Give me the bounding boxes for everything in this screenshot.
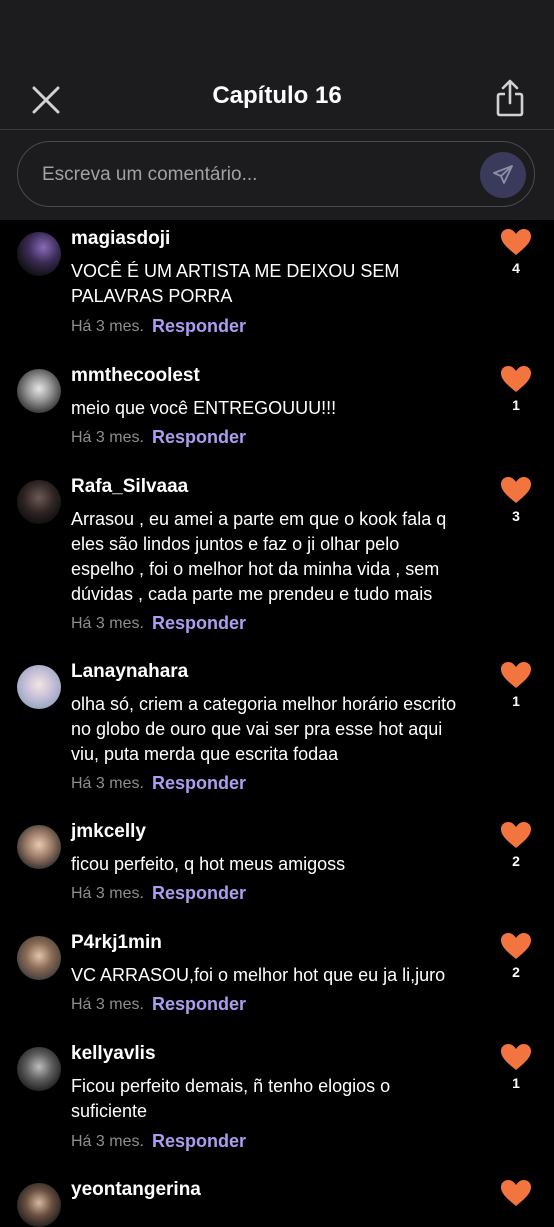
comment-text: VOCÊ É UM ARTISTA ME DEIXOU SEM PALAVRAS… bbox=[71, 261, 400, 306]
avatar[interactable] bbox=[17, 1183, 61, 1227]
comment-time: Há 3 mes. bbox=[71, 885, 144, 902]
share-icon bbox=[496, 79, 524, 117]
heart-icon[interactable] bbox=[500, 365, 532, 393]
send-icon bbox=[493, 165, 513, 184]
heart-icon[interactable] bbox=[500, 932, 532, 960]
header-divider bbox=[0, 129, 554, 130]
comment-time: Há 3 mes. bbox=[71, 615, 144, 632]
page-title: Capítulo 16 bbox=[212, 82, 342, 109]
comment-text: Arrasou , eu amei a parte em que o kook … bbox=[71, 509, 447, 604]
username[interactable]: yeontangerina bbox=[71, 1179, 201, 1201]
avatar[interactable] bbox=[17, 480, 61, 524]
heart-icon[interactable] bbox=[500, 1043, 532, 1071]
heart-icon[interactable] bbox=[500, 228, 532, 256]
comment-text: ficou perfeito, q hot meus amigoss bbox=[71, 854, 346, 874]
like-count: 4 bbox=[512, 260, 520, 276]
like-count: 2 bbox=[512, 853, 520, 869]
comment-text: olha só, criem a categoria melhor horári… bbox=[71, 694, 457, 764]
username[interactable]: P4rkj1min bbox=[71, 932, 162, 954]
username[interactable]: Rafa_Silvaaa bbox=[71, 476, 188, 498]
username[interactable]: Lanaynahara bbox=[71, 661, 188, 683]
comment-text: meio que você ENTREGOUUU!!! bbox=[71, 398, 337, 418]
send-button[interactable] bbox=[480, 152, 526, 198]
comment-item: Lanaynahara olha só, criem a categoria m… bbox=[0, 661, 554, 801]
like-count: 1 bbox=[512, 1075, 520, 1091]
avatar[interactable] bbox=[17, 936, 61, 980]
avatar[interactable] bbox=[17, 369, 61, 413]
heart-icon[interactable] bbox=[500, 476, 532, 504]
heart-icon[interactable] bbox=[500, 1179, 532, 1207]
reply-button[interactable]: Responder bbox=[152, 613, 246, 634]
username[interactable]: kellyavlis bbox=[71, 1043, 156, 1065]
comment-time: Há 3 mes. bbox=[71, 775, 144, 792]
like-count: 2 bbox=[512, 964, 520, 980]
like-count: 1 bbox=[512, 397, 520, 413]
heart-icon[interactable] bbox=[500, 661, 532, 689]
comment-time: Há 3 mes. bbox=[71, 996, 144, 1013]
comment-item: jmkcelly ficou perfeito, q hot meus amig… bbox=[0, 821, 554, 911]
username[interactable]: jmkcelly bbox=[71, 821, 146, 843]
comment-item: Rafa_Silvaaa Arrasou , eu amei a parte e… bbox=[0, 476, 554, 636]
reply-button[interactable]: Responder bbox=[152, 1131, 246, 1152]
heart-icon[interactable] bbox=[500, 821, 532, 849]
avatar[interactable] bbox=[17, 665, 61, 709]
avatar[interactable] bbox=[17, 232, 61, 276]
comment-text: Ficou perfeito demais, ñ tenho elogios o… bbox=[71, 1076, 391, 1121]
comment-time: Há 3 mes. bbox=[71, 1133, 144, 1150]
top-bar: Capítulo 16 bbox=[0, 0, 554, 220]
comment-text: VC ARRASOU,foi o melhor hot que eu ja li… bbox=[71, 965, 446, 985]
avatar[interactable] bbox=[17, 1047, 61, 1091]
comment-item: magiasdoji VOCÊ É UM ARTISTA ME DEIXOU S… bbox=[0, 228, 554, 338]
username[interactable]: magiasdoji bbox=[71, 228, 170, 250]
reply-button[interactable]: Responder bbox=[152, 883, 246, 904]
reply-button[interactable]: Responder bbox=[152, 316, 246, 337]
comment-time: Há 3 mes. bbox=[71, 318, 144, 335]
comment-item: P4rkj1min VC ARRASOU,foi o melhor hot qu… bbox=[0, 932, 554, 1022]
comment-item: yeontangerina bbox=[0, 1179, 554, 1227]
comment-time: Há 3 mes. bbox=[71, 429, 144, 446]
reply-button[interactable]: Responder bbox=[152, 994, 246, 1015]
reply-button[interactable]: Responder bbox=[152, 773, 246, 794]
comment-input[interactable] bbox=[40, 142, 464, 208]
like-count: 1 bbox=[512, 693, 520, 709]
username[interactable]: mmthecoolest bbox=[71, 365, 200, 387]
share-button[interactable] bbox=[490, 76, 530, 120]
header: Capítulo 16 bbox=[0, 60, 554, 130]
comment-item: mmthecoolest meio que você ENTREGOUUU!!!… bbox=[0, 365, 554, 455]
avatar[interactable] bbox=[17, 825, 61, 869]
reply-button[interactable]: Responder bbox=[152, 427, 246, 448]
like-count: 3 bbox=[512, 508, 520, 524]
comment-item: kellyavlis Ficou perfeito demais, ñ tenh… bbox=[0, 1043, 554, 1163]
comment-box bbox=[17, 141, 535, 208]
